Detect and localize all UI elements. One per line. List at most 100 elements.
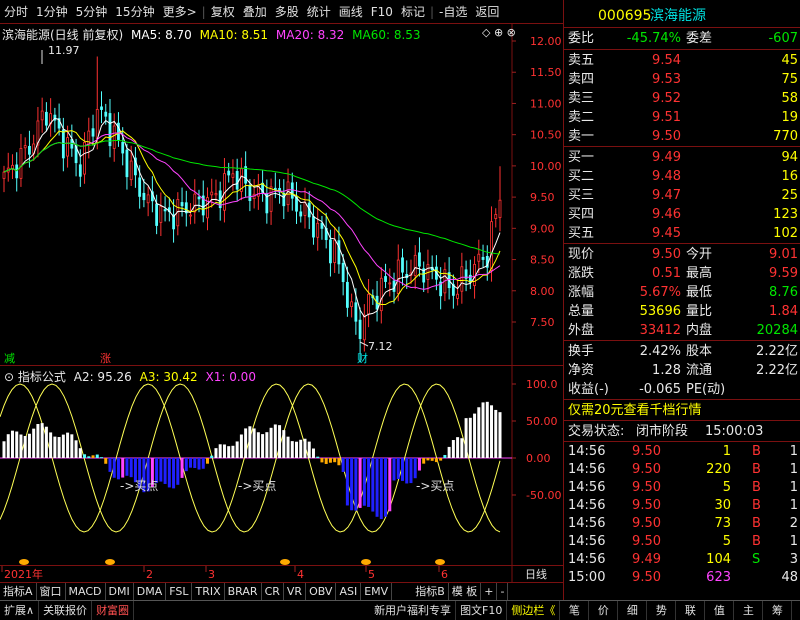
tab-9[interactable]: VR [284, 583, 307, 600]
status-item-0[interactable]: 扩展∧ [0, 601, 40, 620]
toolbar-item-9[interactable]: 画线 [335, 1, 367, 23]
indicator-bar [405, 458, 409, 484]
candle-body [112, 125, 116, 149]
tab-4[interactable]: DMA [134, 583, 167, 600]
price-tick-label: 9.00 [530, 222, 555, 235]
toolbar-item-10[interactable]: F10 [367, 1, 397, 23]
toolbar-item-6[interactable]: 叠加 [239, 1, 271, 23]
ma10-label: MA10: 8.51 [199, 28, 269, 42]
indicator-tick-label: -50.00 [526, 489, 561, 502]
tab-13[interactable]: 指标B [412, 583, 449, 600]
tab-10[interactable]: OBV [306, 583, 337, 600]
toolbar-item-5[interactable]: 复权 [207, 1, 239, 23]
toolbar-item-2[interactable]: 5分钟 [72, 1, 112, 23]
status-right-5[interactable]: 值 [705, 601, 735, 620]
tab-3[interactable]: DMI [106, 583, 134, 600]
status-right-7[interactable]: 筹 [763, 601, 793, 620]
toolbar-item-13[interactable]: 返回 [471, 1, 503, 23]
promo-link[interactable]: 仅需20元查看千档行情 [568, 401, 702, 420]
status-item-2[interactable]: 财富圈 [92, 601, 135, 620]
indicator-bar [481, 402, 485, 458]
toolbar-item-8[interactable]: 统计 [303, 1, 335, 23]
indicator-svg[interactable]: 100.0 50.00 0.00 -50.00 ->买点 ->买点 ->买点 [0, 366, 563, 566]
status-item-5[interactable]: 侧边栏《 [507, 601, 561, 620]
weibi-row: 委比 -45.74% 委差 -607 [568, 31, 798, 46]
bid-price: 9.47 [652, 188, 681, 203]
status-right-0[interactable]: 笔 [560, 601, 590, 620]
toolbar-item-3[interactable]: 15分钟 [111, 1, 158, 23]
time-label: 6 [441, 568, 448, 581]
signal-marker [105, 559, 115, 565]
toolbar-item-11[interactable]: 标记 [397, 1, 429, 23]
indicator-bar [87, 456, 91, 458]
status-item-1[interactable]: 关联报价 [39, 601, 93, 620]
price-tick-label: 11.50 [530, 66, 562, 79]
indicator-bar [40, 423, 44, 458]
toolbar-item-7[interactable]: 多股 [271, 1, 303, 23]
status-right-4[interactable]: 联 [676, 601, 706, 620]
candle-body [197, 196, 201, 200]
candle-body [413, 254, 417, 276]
ask-volume: 75 [781, 72, 798, 87]
weicha-value: -607 [768, 31, 798, 46]
indicator-bar [32, 428, 36, 458]
kline-chart[interactable]: 12.00 11.50 11.00 10.50 10.00 9.50 9.00 8.50 8.0… [0, 24, 563, 366]
tab-14[interactable]: 模 板 [449, 583, 482, 600]
tab-15[interactable]: + [481, 583, 498, 600]
status-item-3[interactable]: 新用户福利专享 [370, 601, 457, 620]
time-label: 2021年 [4, 567, 43, 581]
trade-row-2: 14:56 9.50 5 B 1 [568, 480, 798, 495]
status-right-6[interactable]: 主 [734, 601, 764, 620]
candle-body [367, 293, 370, 315]
tab-6[interactable]: TRIX [192, 583, 225, 600]
tab-7[interactable]: BRAR [225, 583, 262, 600]
period-label[interactable]: 日线 [525, 567, 547, 581]
bid-row-0: 买一 9.49 94 [568, 150, 798, 165]
chart-nav-icons[interactable]: ◇ ⊕ ⊗ [482, 26, 516, 39]
price-tick-label: 11.00 [530, 97, 562, 110]
price-tick-label: 9.50 [530, 191, 555, 204]
stat-row-1: 涨跌 0.51 最高 9.59 [568, 266, 798, 281]
weibi-value: -45.74% [626, 31, 681, 46]
candle-body [384, 276, 387, 282]
ask-row-4: 卖一 9.50 770 [568, 129, 798, 144]
tab-12[interactable]: EMV [361, 583, 393, 600]
status-item-4[interactable]: 图文F10 [456, 601, 508, 620]
status-right-1[interactable]: 价 [589, 601, 619, 620]
candle-body [481, 256, 485, 260]
indicator-bar [371, 458, 375, 512]
price-tick-label: 8.00 [530, 285, 555, 298]
status-right-2[interactable]: 细 [618, 601, 648, 620]
indicator-bar [172, 458, 176, 489]
indicator-bar [10, 430, 14, 458]
indicator-bar [396, 458, 400, 479]
candle-body [299, 211, 303, 217]
x1-label: X1: 0.00 [205, 370, 256, 384]
bid-volume: 94 [781, 150, 798, 165]
toolbar-item-0[interactable]: 分时 [0, 1, 32, 23]
tab-16[interactable]: - [497, 583, 509, 600]
collapse-icon[interactable]: ⊙ [4, 370, 14, 384]
tab-8[interactable]: CR [262, 583, 284, 600]
candle-body [214, 193, 218, 196]
toolbar-item-4[interactable]: 更多> [159, 1, 201, 23]
stat2-row-2: 收益(-) -0.065 PE(动) [568, 382, 726, 397]
status-right-3[interactable]: 势 [647, 601, 677, 620]
price-tick-label: 10.00 [530, 160, 562, 173]
indicator-bar [265, 432, 269, 458]
tab-5[interactable]: FSL [166, 583, 193, 600]
toolbar-item-1[interactable]: 1分钟 [32, 1, 72, 23]
promo-row[interactable]: 仅需20元查看千档行情 [564, 401, 800, 420]
kline-svg[interactable]: 12.00 11.50 11.00 10.50 10.00 9.50 9.00 8.50 8.0… [0, 24, 563, 366]
candle-body [146, 194, 150, 204]
tab-11[interactable]: ASI [336, 583, 362, 600]
indicator-bar [91, 455, 95, 458]
indicator-bar [320, 458, 324, 463]
tab-2[interactable]: MACD [66, 583, 106, 600]
tab-1[interactable]: 窗口 [37, 583, 66, 600]
candle-body [44, 111, 48, 126]
tab-0[interactable]: 指标A [0, 583, 37, 600]
indicator-bar [290, 441, 294, 458]
toolbar-item-12[interactable]: -自选 [435, 1, 471, 23]
indicator-chart[interactable]: 100.0 50.00 0.00 -50.00 ->买点 ->买点 ->买点 ⊙ 指标公式 … [0, 366, 563, 566]
